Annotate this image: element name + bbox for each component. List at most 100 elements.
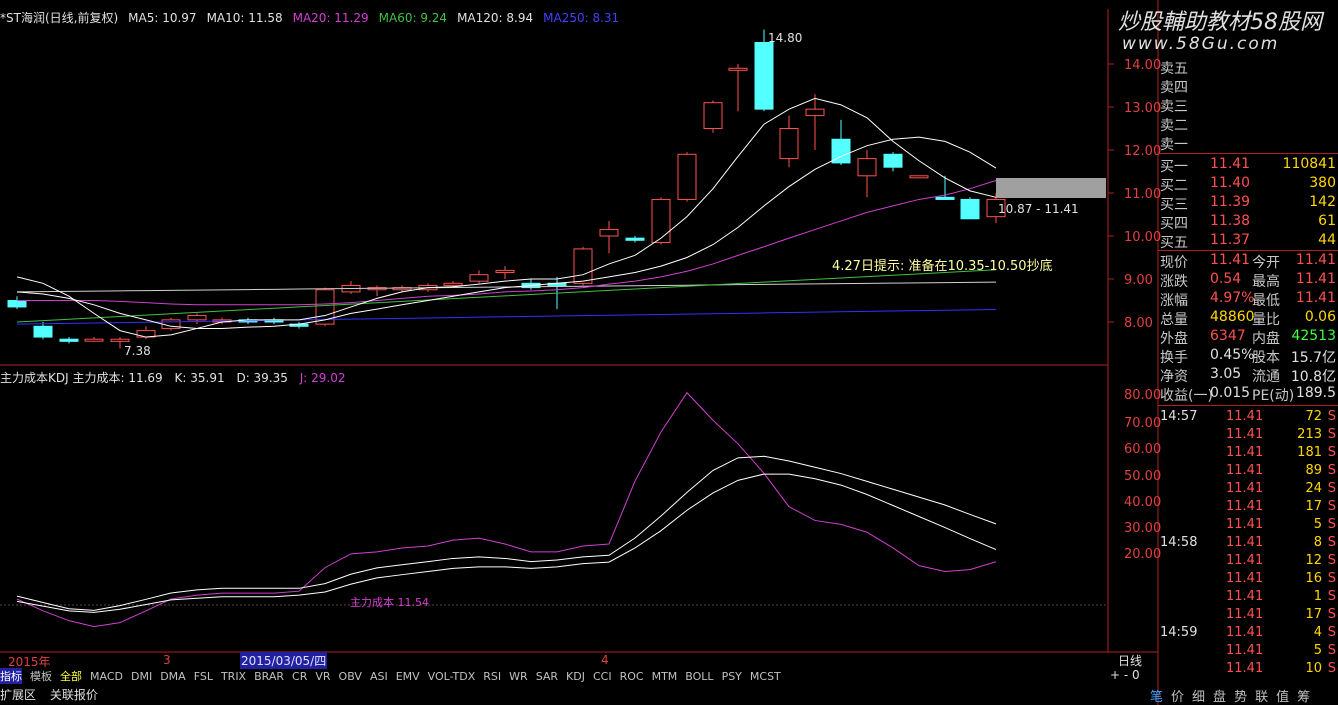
candle-body (84, 338, 104, 342)
kdj-legend: 主力成本KDJ 主力成本: 11.69 K: 35.91 D: 39.35 J:… (0, 369, 345, 386)
indicator-tab[interactable]: VR (315, 670, 330, 683)
tick-price: 11.41 (1226, 643, 1264, 658)
indicator-tab[interactable]: 模板 (30, 668, 52, 684)
indicator-tab[interactable]: RSI (483, 670, 501, 683)
tick-side: S (1327, 589, 1336, 604)
quote-label: 最低 (1252, 293, 1280, 309)
buy-level: 买三 11.39 142 (1160, 194, 1336, 213)
tick-row: 11.41 24 S (1160, 481, 1336, 499)
candle-body (599, 229, 619, 237)
indicator-tab[interactable]: KDJ (566, 670, 585, 683)
kdj-d-line (16, 473, 997, 613)
indicator-tab[interactable]: CR (292, 670, 307, 683)
tick-price: 11.41 (1226, 571, 1264, 586)
ma5-label: MA5: 10.97 (128, 11, 197, 25)
quote-label: PE(动) (1252, 388, 1295, 404)
bottom-bar: 扩展区 关联报价 (0, 686, 98, 703)
high-annotation: 14.80 (768, 31, 803, 45)
indicator-tab[interactable]: EMV (396, 670, 420, 683)
indicator-tab[interactable]: MACD (90, 670, 123, 683)
date-month-4: 4 (601, 653, 609, 667)
tick-side: S (1327, 463, 1336, 478)
candle-body (59, 338, 79, 342)
tick-time: 14:58 (1160, 535, 1198, 550)
right-panel-tab[interactable]: 筹 (1297, 690, 1310, 705)
indicator-tab[interactable]: BOLL (685, 670, 713, 683)
right-panel-tab[interactable]: 价 (1171, 690, 1184, 705)
quote-row: 外盘 6347 内盘 42513 (1160, 328, 1336, 347)
indicator-tab[interactable]: DMA (160, 670, 186, 683)
kdj-j-line (16, 391, 997, 628)
indicator-tab[interactable]: PSY (722, 670, 742, 683)
candle-body (805, 108, 825, 117)
buy-price: 11.37 (1210, 232, 1251, 248)
price-axis-label: 14.00 (1124, 58, 1162, 73)
candle-body (909, 175, 929, 179)
tick-row: 11.41 17 S (1160, 499, 1336, 517)
indicator-tab[interactable]: FSL (194, 670, 213, 683)
quote-row: 净资 3.05 流通 10.8亿 (1160, 366, 1336, 385)
watermark-title: 炒股輔助教材58股网 (1118, 10, 1322, 35)
kdj-axis-label: 30.00 (1124, 521, 1162, 536)
kdj-axis-label: 80.00 (1124, 388, 1162, 403)
indicator-tab[interactable]: ASI (370, 670, 388, 683)
buy-volume: 380 (1309, 175, 1336, 191)
indicator-tab[interactable]: 指标 (0, 668, 22, 684)
right-panel-tab[interactable]: 细 (1192, 690, 1205, 705)
ma250-label: MA250: 8.31 (543, 11, 620, 25)
tick-volume: 5 (1313, 517, 1322, 532)
indicator-tab[interactable]: CCI (593, 670, 612, 683)
buy-price: 11.41 (1210, 156, 1251, 172)
right-panel-tab[interactable]: 盘 (1213, 690, 1226, 705)
tick-side: S (1327, 481, 1336, 496)
quote-label: 股本 (1252, 350, 1280, 366)
indicator-tab[interactable]: WR (509, 670, 528, 683)
quote-row: 涨跌 0.54 最高 11.41 (1160, 271, 1336, 290)
candle-body (935, 196, 955, 200)
right-panel-tab[interactable]: 势 (1234, 690, 1247, 705)
indicator-tab[interactable]: SAR (536, 670, 558, 683)
price-axis-label: 10.00 (1124, 230, 1162, 245)
ma60-label: MA60: 9.24 (378, 11, 448, 25)
kdj-axis-label: 20.00 (1124, 547, 1162, 562)
indicator-tab[interactable]: 全部 (60, 668, 82, 684)
period-label[interactable]: 日线 (1118, 652, 1142, 669)
related-quote-button[interactable]: 关联报价 (50, 688, 98, 702)
indicator-tab[interactable]: TRIX (221, 670, 246, 683)
indicator-tab[interactable]: DMI (131, 670, 152, 683)
tick-volume: 72 (1305, 409, 1322, 424)
quote-value: 0.015 (1210, 385, 1251, 401)
sell-label: 卖四 (1160, 80, 1188, 96)
sell-level: 卖二 (1160, 115, 1336, 134)
candle-body (187, 315, 207, 321)
quote-value: 15.7亿 (1290, 350, 1336, 366)
quote-row: 换手 0.45% 股本 15.7亿 (1160, 347, 1336, 366)
buy-level: 买五 11.37 44 (1160, 232, 1336, 251)
tick-price: 11.41 (1226, 499, 1264, 514)
tick-side: S (1327, 643, 1336, 658)
indicator-tab[interactable]: ROC (620, 670, 644, 683)
buy-volume: 110841 (1282, 156, 1336, 172)
indicator-tab[interactable]: MTM (652, 670, 678, 683)
ma250-line (16, 308, 997, 325)
quote-label: 今开 (1252, 255, 1280, 271)
tip-annotation: 4.27日提示: 准备在10.35-10.50抄底 (832, 259, 1053, 274)
tick-price: 11.41 (1226, 625, 1264, 640)
tick-side: S (1327, 661, 1336, 676)
ma20-label: MA20: 11.29 (292, 11, 369, 25)
right-panel-tab[interactable]: 联 (1255, 690, 1268, 705)
quote-label: 量比 (1252, 312, 1280, 328)
indicator-tab[interactable]: BRAR (254, 670, 284, 683)
indicator-tab[interactable]: VOL-TDX (428, 670, 476, 683)
expand-area-button[interactable]: 扩展区 (0, 688, 36, 702)
right-panel-tab[interactable]: 值 (1276, 690, 1289, 705)
indicator-tab[interactable]: MCST (750, 670, 781, 683)
tick-price: 11.41 (1226, 517, 1264, 532)
tick-row: 11.41 213 S (1160, 427, 1336, 445)
indicator-tab[interactable]: OBV (339, 670, 362, 683)
right-panel-tab[interactable]: 笔 (1150, 690, 1163, 705)
quote-value: 0.45% (1210, 347, 1255, 363)
date-month-3: 3 (163, 653, 171, 667)
date-selected[interactable]: 2015/03/05/四 (240, 652, 328, 669)
zoom-controls[interactable]: + - 0 (1110, 668, 1140, 682)
